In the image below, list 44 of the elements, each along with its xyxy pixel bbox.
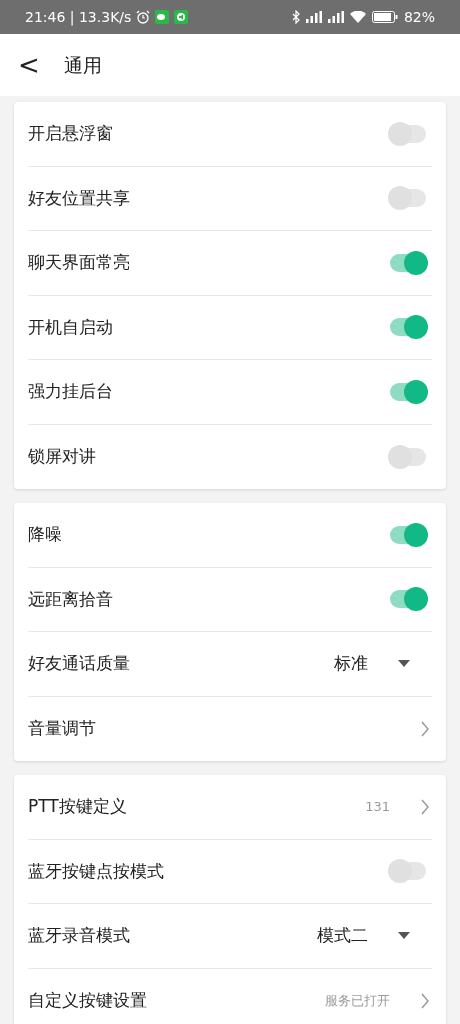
battery-icon — [371, 11, 398, 23]
toggle-switch[interactable] — [388, 120, 428, 147]
toggle-switch[interactable] — [388, 586, 428, 613]
setting-label[interactable]: 强力挂后台 — [28, 379, 113, 405]
toggle-switch[interactable] — [388, 378, 428, 405]
chat-app-icon — [155, 10, 170, 24]
dropdown-value[interactable]: 模式二 — [317, 923, 368, 949]
setting-label[interactable]: 好友位置共享 — [28, 185, 130, 211]
toggle-switch[interactable] — [388, 521, 428, 548]
back-button[interactable]: < — [16, 52, 42, 78]
toggle-switch[interactable] — [388, 443, 428, 470]
setting-label[interactable]: 好友通话质量 — [28, 651, 130, 677]
status-time: 21:46 | 13.3K/s — [25, 7, 132, 28]
chevron-right-icon — [420, 797, 430, 816]
setting-label[interactable]: 聊天界面常亮 — [28, 250, 130, 276]
chevron-right-icon — [420, 991, 430, 1010]
bluetooth-icon — [291, 10, 300, 24]
setting-label[interactable]: 蓝牙录音模式 — [28, 923, 130, 949]
setting-label[interactable]: 自定义按键设置 — [28, 988, 147, 1014]
dropdown-value[interactable]: 标准 — [334, 651, 368, 677]
signal-icon — [327, 11, 344, 23]
dropdown-caret-icon — [398, 660, 410, 668]
setting-label[interactable]: 蓝牙按键点按模式 — [28, 858, 164, 884]
row-value: 131 — [365, 798, 390, 816]
chevron-right-icon — [420, 719, 430, 738]
setting-label[interactable]: 降噪 — [28, 522, 62, 548]
alarm-icon — [136, 10, 151, 24]
speaker-app-icon — [174, 10, 189, 24]
setting-label[interactable]: 锁屏对讲 — [28, 444, 96, 470]
page-title: 通用 — [64, 52, 102, 78]
toggle-switch[interactable] — [388, 249, 428, 276]
dropdown-caret-icon — [398, 932, 410, 940]
battery-percent: 82% — [403, 7, 435, 27]
setting-label[interactable]: PTT按键定义 — [28, 794, 127, 820]
setting-label[interactable]: 开机自启动 — [28, 314, 113, 340]
toggle-switch[interactable] — [388, 185, 428, 212]
wifi-icon — [349, 11, 366, 23]
setting-label[interactable]: 开启悬浮窗 — [28, 121, 113, 147]
signal-icon — [305, 11, 322, 23]
setting-label[interactable]: 远距离拾音 — [28, 586, 113, 612]
row-value: 服务已打开 — [325, 992, 390, 1010]
setting-label[interactable]: 音量调节 — [28, 716, 96, 742]
toggle-switch[interactable] — [388, 314, 428, 341]
toggle-switch[interactable] — [388, 858, 428, 885]
